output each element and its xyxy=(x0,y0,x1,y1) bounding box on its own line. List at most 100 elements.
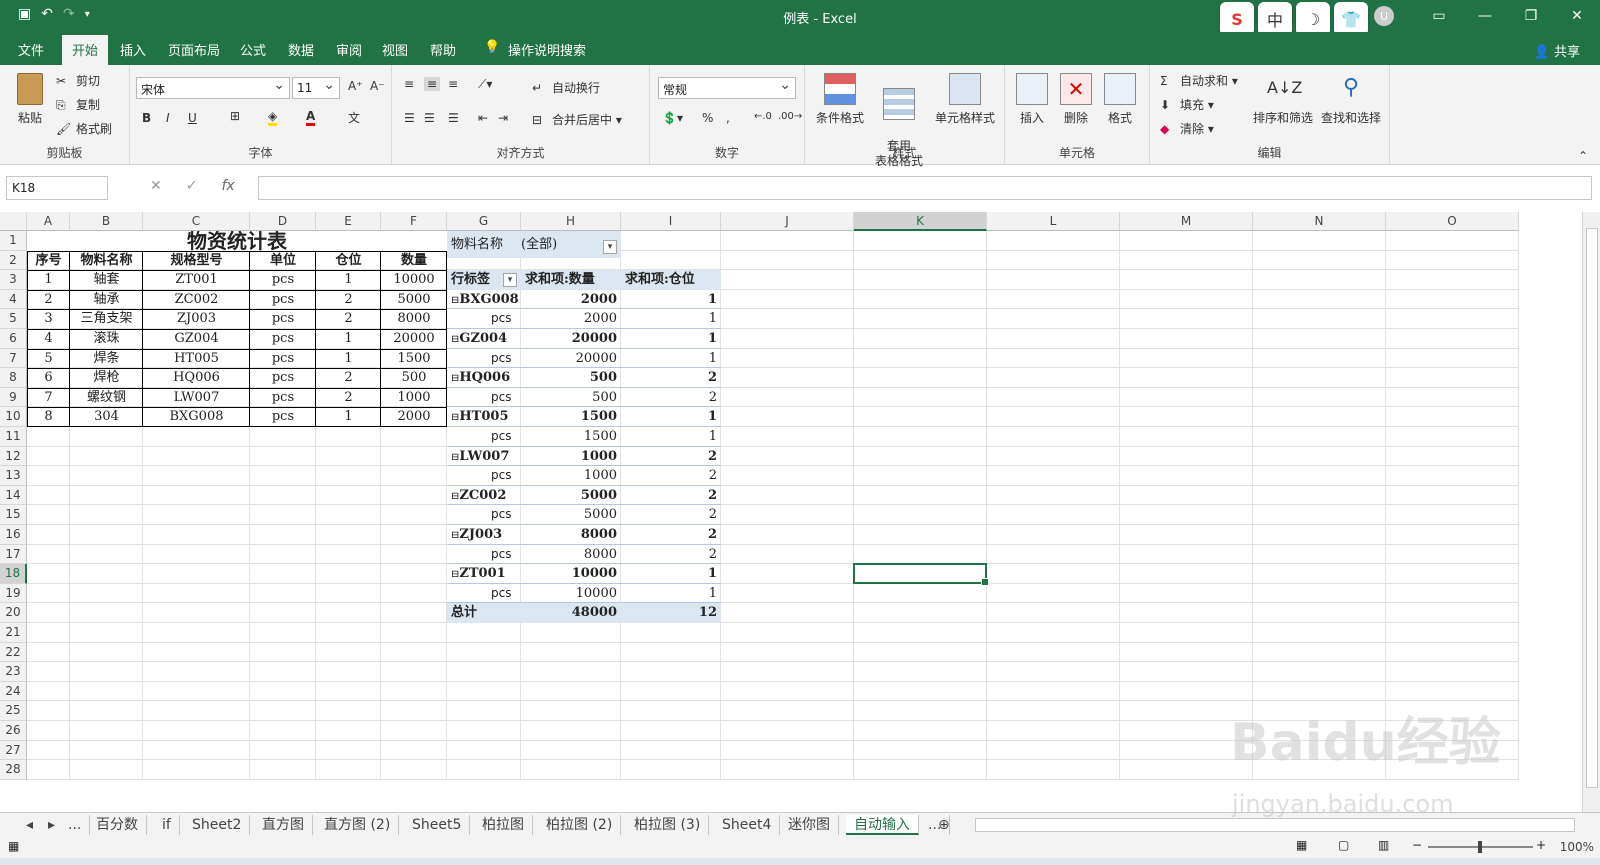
pivot-sub-qty[interactable]: 8000 xyxy=(521,545,621,565)
pivot-group-label[interactable]: ⊟BXG008 xyxy=(447,290,521,310)
row-header-9[interactable]: 9 xyxy=(0,387,27,408)
pivot-sub-label[interactable]: pcs xyxy=(487,584,521,604)
table-cell[interactable]: 2 xyxy=(316,309,381,329)
zoom-out-icon[interactable]: − xyxy=(1412,838,1422,852)
row-header-12[interactable]: 12 xyxy=(0,446,27,467)
sheet-tab[interactable]: 自动输入 xyxy=(846,815,919,835)
pivot-group-qty[interactable]: 8000 xyxy=(521,525,621,545)
row-header-14[interactable]: 14 xyxy=(0,485,27,506)
pivot-sub-label[interactable]: pcs xyxy=(487,388,521,408)
column-header-h[interactable]: H xyxy=(521,212,621,231)
merge-center-button[interactable]: ⊟ 合并后居中 ▾ xyxy=(532,111,622,129)
sheet-tab[interactable]: 直方图 xyxy=(254,815,313,835)
selected-cell-k18[interactable] xyxy=(853,563,989,586)
table-cell[interactable]: 8 xyxy=(27,407,70,427)
table-cell[interactable]: 20000 xyxy=(381,329,447,349)
row-header-28[interactable]: 28 xyxy=(0,760,27,780)
pivot-group-pos[interactable]: 1 xyxy=(621,564,721,584)
table-cell[interactable]: 5000 xyxy=(381,290,447,310)
pivot-group-qty[interactable]: 1500 xyxy=(521,407,621,427)
format-button[interactable]: 格式 xyxy=(1099,73,1141,126)
italic-button[interactable]: I xyxy=(166,111,170,125)
filter-dropdown-icon[interactable]: ▾ xyxy=(603,240,617,254)
row-header-24[interactable]: 24 xyxy=(0,681,27,702)
select-all-corner[interactable] xyxy=(0,212,27,231)
orientation-icon[interactable]: ⟋▾ xyxy=(478,77,492,92)
row-header-20[interactable]: 20 xyxy=(0,603,27,623)
pivot-sub-pos[interactable]: 2 xyxy=(621,466,721,486)
table-cell[interactable]: pcs xyxy=(250,349,316,369)
pivot-filter-value[interactable]: (全部) xyxy=(517,231,617,258)
pivot-group-pos[interactable]: 2 xyxy=(621,525,721,545)
fill-button[interactable]: ⬇ 填充 ▾ xyxy=(1160,96,1214,114)
table-cell[interactable]: 三角支架 xyxy=(70,309,143,329)
pivot-group-pos[interactable]: 1 xyxy=(621,290,721,310)
sheet-tab[interactable]: ... xyxy=(920,815,951,835)
phonetic-icon[interactable]: 文 xyxy=(348,109,360,126)
decrease-indent-icon[interactable]: ⇤ xyxy=(478,111,488,125)
cell-styles-button[interactable]: 单元格样式 xyxy=(929,73,1001,126)
column-header-a[interactable]: A xyxy=(27,212,70,231)
row-header-3[interactable]: 3 xyxy=(0,270,27,290)
sheet-tab[interactable]: 迷你图 xyxy=(780,815,839,835)
sheet-tab[interactable]: 柏拉图 (3) xyxy=(626,815,710,835)
comma-button[interactable]: , xyxy=(726,111,730,125)
formula-input[interactable] xyxy=(258,176,1592,200)
table-cell[interactable]: pcs xyxy=(250,407,316,427)
table-cell[interactable]: ZC002 xyxy=(143,290,250,310)
row-header-21[interactable]: 21 xyxy=(0,623,27,643)
pivot-sub-qty[interactable]: 10000 xyxy=(521,584,621,604)
pivot-sub-label[interactable]: pcs xyxy=(487,427,521,447)
shrink-font-button[interactable]: A⁻ xyxy=(370,79,385,93)
align-bottom-icon[interactable]: ≡ xyxy=(448,77,458,91)
row-header-8[interactable]: 8 xyxy=(0,368,27,388)
border-icon[interactable]: ⊞ xyxy=(230,109,240,123)
fx-icon[interactable]: fx xyxy=(221,178,234,194)
pivot-group-pos[interactable]: 1 xyxy=(621,329,721,349)
chinese-mode-icon[interactable]: 中 xyxy=(1258,2,1292,36)
table-header[interactable]: 物料名称 xyxy=(70,251,143,271)
table-cell[interactable]: pcs xyxy=(250,270,316,290)
cut-button[interactable]: ✂ 剪切 xyxy=(56,72,100,90)
table-cell[interactable]: 7 xyxy=(27,388,70,408)
table-cell[interactable]: pcs xyxy=(250,388,316,408)
pivot-sub-pos[interactable]: 1 xyxy=(621,427,721,447)
row-header-25[interactable]: 25 xyxy=(0,701,27,721)
sheet-tab[interactable]: Sheet5 xyxy=(404,815,471,835)
row-header-19[interactable]: 19 xyxy=(0,583,27,604)
table-cell[interactable]: pcs xyxy=(250,368,316,388)
pivot-group-label[interactable]: ⊟GZ004 xyxy=(447,329,521,349)
table-cell[interactable]: 2 xyxy=(316,388,381,408)
underline-button[interactable]: U xyxy=(188,111,197,125)
pivot-group-label[interactable]: ⊟ZT001 xyxy=(447,564,521,584)
zoom-level[interactable]: 100% xyxy=(1560,840,1594,854)
row-header-10[interactable]: 10 xyxy=(0,407,27,427)
align-middle-icon[interactable]: ≡ xyxy=(424,77,441,91)
minimize-icon[interactable]: — xyxy=(1462,0,1508,32)
sheet-tab[interactable]: ... xyxy=(60,815,91,835)
page-layout-icon[interactable]: ▢ xyxy=(1338,838,1349,852)
row-header-17[interactable]: 17 xyxy=(0,544,27,565)
row-header-2[interactable]: 2 xyxy=(0,250,27,271)
ribbon-display-icon[interactable]: ▭ xyxy=(1416,0,1462,32)
pivot-group-pos[interactable]: 2 xyxy=(621,486,721,506)
insert-button[interactable]: 插入 xyxy=(1011,73,1053,126)
tab-help[interactable]: 帮助 xyxy=(430,40,456,59)
column-header-n[interactable]: N xyxy=(1253,212,1386,231)
sogou-icon[interactable]: S xyxy=(1220,2,1254,36)
table-cell[interactable]: 1000 xyxy=(381,388,447,408)
pivot-group-label[interactable]: ⊟LW007 xyxy=(447,447,521,467)
column-header-g[interactable]: G xyxy=(447,212,521,231)
tab-file[interactable]: 文件 xyxy=(18,40,44,59)
delete-button[interactable]: ✕ 删除 xyxy=(1055,73,1097,126)
tab-review[interactable]: 审阅 xyxy=(336,40,362,59)
cancel-icon[interactable]: ✕ xyxy=(150,178,162,194)
table-cell[interactable]: 1 xyxy=(316,329,381,349)
table-cell[interactable]: 2 xyxy=(27,290,70,310)
column-header-e[interactable]: E xyxy=(316,212,381,231)
pivot-sub-label[interactable]: pcs xyxy=(487,466,521,486)
align-right-icon[interactable]: ☰ xyxy=(448,111,459,125)
pivot-group-label[interactable]: ⊟HT005 xyxy=(447,407,521,427)
table-cell[interactable]: 500 xyxy=(381,368,447,388)
row-header-16[interactable]: 16 xyxy=(0,525,27,545)
